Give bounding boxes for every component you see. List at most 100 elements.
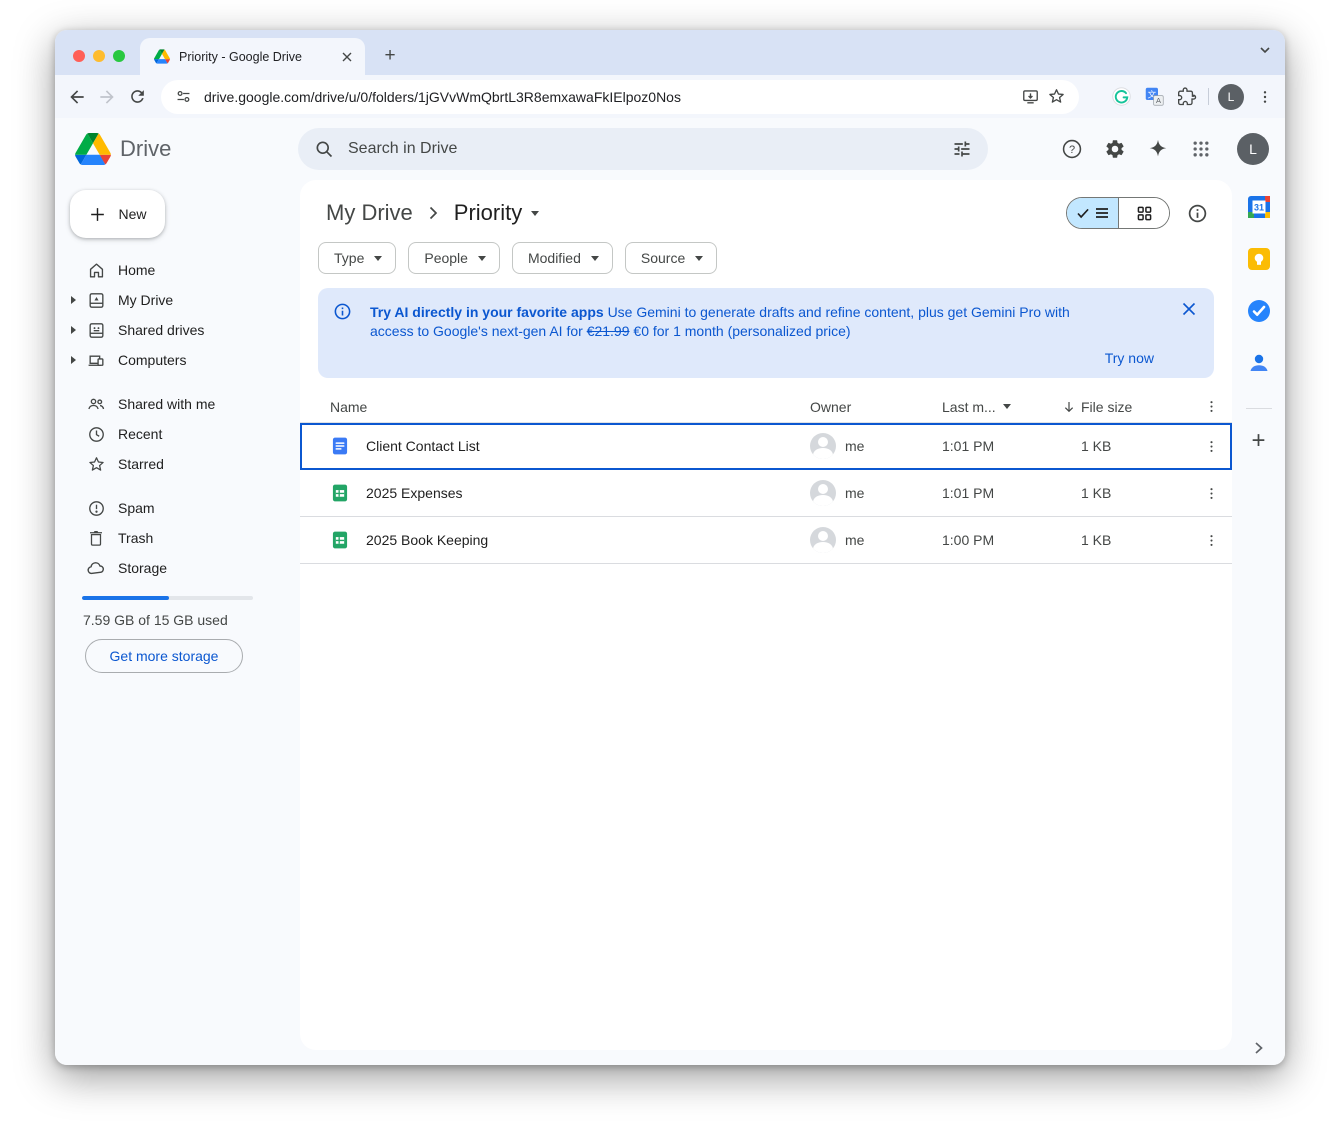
- table-row[interactable]: Client Contact List me 1:01 PM 1 KB: [300, 423, 1232, 470]
- contacts-icon[interactable]: [1246, 350, 1272, 376]
- get-more-storage-button[interactable]: Get more storage: [85, 639, 243, 673]
- drive-logo[interactable]: Drive: [75, 133, 171, 165]
- table-row[interactable]: 2025 Book Keeping me 1:00 PM 1 KB: [300, 517, 1232, 564]
- search-input[interactable]: [348, 140, 952, 158]
- storage-usage-text: 7.59 GB of 15 GB used: [83, 612, 300, 628]
- grid-view-icon: [1137, 206, 1152, 221]
- table-header-menu-icon[interactable]: [1191, 399, 1232, 414]
- gemini-spark-icon[interactable]: [1145, 136, 1171, 162]
- site-info-icon[interactable]: [175, 88, 192, 105]
- sidebar-item-recent[interactable]: Recent: [55, 419, 300, 449]
- drive-app: Drive ?: [55, 118, 1285, 1065]
- drive-header-actions: ? L: [1059, 118, 1269, 180]
- forward-button[interactable]: [92, 82, 122, 112]
- drive-logo-text: Drive: [120, 136, 171, 162]
- table-row[interactable]: 2025 Expenses me 1:01 PM 1 KB: [300, 470, 1232, 517]
- keep-icon[interactable]: [1246, 246, 1272, 272]
- sidebar-item-home[interactable]: Home: [55, 255, 300, 285]
- chevron-down-icon: [374, 256, 382, 261]
- list-view-button[interactable]: [1067, 198, 1118, 228]
- reload-button[interactable]: [122, 82, 152, 112]
- calendar-icon[interactable]: 31: [1246, 194, 1272, 220]
- plus-icon: [88, 205, 107, 224]
- filter-chip-type[interactable]: Type: [318, 242, 396, 274]
- sidebar-item-shared-drives[interactable]: Shared drives: [55, 315, 300, 345]
- row-menu-icon[interactable]: [1191, 439, 1232, 454]
- sidebar-item-my-drive[interactable]: My Drive: [55, 285, 300, 315]
- banner-close-icon[interactable]: [1182, 302, 1196, 316]
- sidebar-item-spam[interactable]: Spam: [55, 493, 300, 523]
- sidebar-item-computers[interactable]: Computers: [55, 345, 300, 375]
- star-icon: [86, 454, 106, 474]
- settings-gear-icon[interactable]: [1102, 136, 1128, 162]
- column-header-modified[interactable]: Last m...: [942, 399, 1081, 415]
- sidebar-item-shared-with-me[interactable]: Shared with me: [55, 389, 300, 419]
- bookmark-star-icon[interactable]: [1043, 84, 1069, 110]
- collapse-side-panel-icon[interactable]: [1253, 1041, 1265, 1055]
- column-header-owner[interactable]: Owner: [810, 399, 942, 415]
- drive-profile-avatar[interactable]: L: [1237, 133, 1269, 165]
- new-tab-button[interactable]: +: [377, 43, 403, 69]
- google-sheet-icon: [330, 530, 350, 550]
- url-bar[interactable]: drive.google.com/drive/u/0/folders/1jGVv…: [161, 80, 1079, 114]
- extensions-puzzle-icon[interactable]: [1175, 85, 1199, 109]
- sidebar-item-storage[interactable]: Storage: [55, 553, 300, 583]
- help-icon[interactable]: ?: [1059, 136, 1085, 162]
- row-menu-icon[interactable]: [1191, 486, 1232, 501]
- grid-view-button[interactable]: [1118, 198, 1169, 228]
- filter-chip-modified[interactable]: Modified: [512, 242, 613, 274]
- details-info-icon[interactable]: [1187, 203, 1208, 224]
- side-panel-strip: 31: [1232, 180, 1285, 1065]
- drive-sidebar: New Home My Driv: [55, 180, 300, 1065]
- breadcrumb-current-folder[interactable]: Priority: [446, 196, 547, 230]
- back-button[interactable]: [62, 82, 92, 112]
- column-header-size[interactable]: File size: [1081, 399, 1191, 415]
- new-button[interactable]: New: [70, 190, 165, 238]
- toolbar-extensions-area: 文 A L: [1109, 75, 1277, 118]
- browser-profile-avatar[interactable]: L: [1218, 84, 1244, 110]
- google-sheet-icon: [330, 483, 350, 503]
- tab-search-chevron-icon[interactable]: [1259, 44, 1271, 56]
- grammarly-extension-icon[interactable]: [1109, 85, 1133, 109]
- zoom-window-button[interactable]: [113, 50, 125, 62]
- storage-progress-fill: [82, 596, 169, 600]
- row-menu-icon[interactable]: [1191, 533, 1232, 548]
- list-lines-icon: [1095, 207, 1109, 219]
- search-icon[interactable]: [314, 139, 334, 159]
- google-apps-grid-icon[interactable]: [1188, 136, 1214, 162]
- chevron-down-icon: [478, 256, 486, 261]
- browser-tab[interactable]: Priority - Google Drive: [140, 38, 365, 75]
- browser-menu-icon[interactable]: [1253, 85, 1277, 109]
- get-add-ons-icon[interactable]: +: [1251, 427, 1265, 455]
- column-header-name[interactable]: Name: [300, 399, 810, 415]
- tab-strip: Priority - Google Drive +: [55, 30, 1285, 75]
- tasks-icon[interactable]: [1246, 298, 1272, 324]
- owner-avatar-icon: [810, 527, 836, 553]
- storage-progress-bar: [82, 596, 253, 600]
- expand-caret-icon: [71, 356, 76, 364]
- browser-toolbar: drive.google.com/drive/u/0/folders/1jGVv…: [55, 75, 1285, 118]
- trash-icon: [86, 528, 106, 548]
- my-drive-icon: [86, 290, 106, 310]
- search-bar[interactable]: [298, 128, 988, 170]
- svg-text:?: ?: [1069, 144, 1075, 156]
- banner-try-now-link[interactable]: Try now: [1105, 350, 1154, 366]
- sidebar-item-trash[interactable]: Trash: [55, 523, 300, 553]
- tab-close-icon[interactable]: [338, 48, 355, 65]
- cloud-storage-icon: [86, 558, 106, 578]
- filter-chip-source[interactable]: Source: [625, 242, 717, 274]
- filter-chip-people[interactable]: People: [408, 242, 500, 274]
- sort-direction-icon[interactable]: [1061, 399, 1077, 415]
- search-options-icon[interactable]: [952, 139, 972, 159]
- svg-text:A: A: [1155, 96, 1160, 105]
- breadcrumb-my-drive[interactable]: My Drive: [318, 196, 421, 230]
- close-window-button[interactable]: [73, 50, 85, 62]
- minimize-window-button[interactable]: [93, 50, 105, 62]
- install-app-icon[interactable]: [1017, 84, 1043, 110]
- sidebar-item-starred[interactable]: Starred: [55, 449, 300, 479]
- filter-chips: Type People Modified Source: [300, 242, 1232, 274]
- folder-menu-caret-icon: [531, 211, 539, 216]
- info-icon: [333, 302, 352, 321]
- translate-extension-icon[interactable]: 文 A: [1142, 85, 1166, 109]
- shared-drives-icon: [86, 320, 106, 340]
